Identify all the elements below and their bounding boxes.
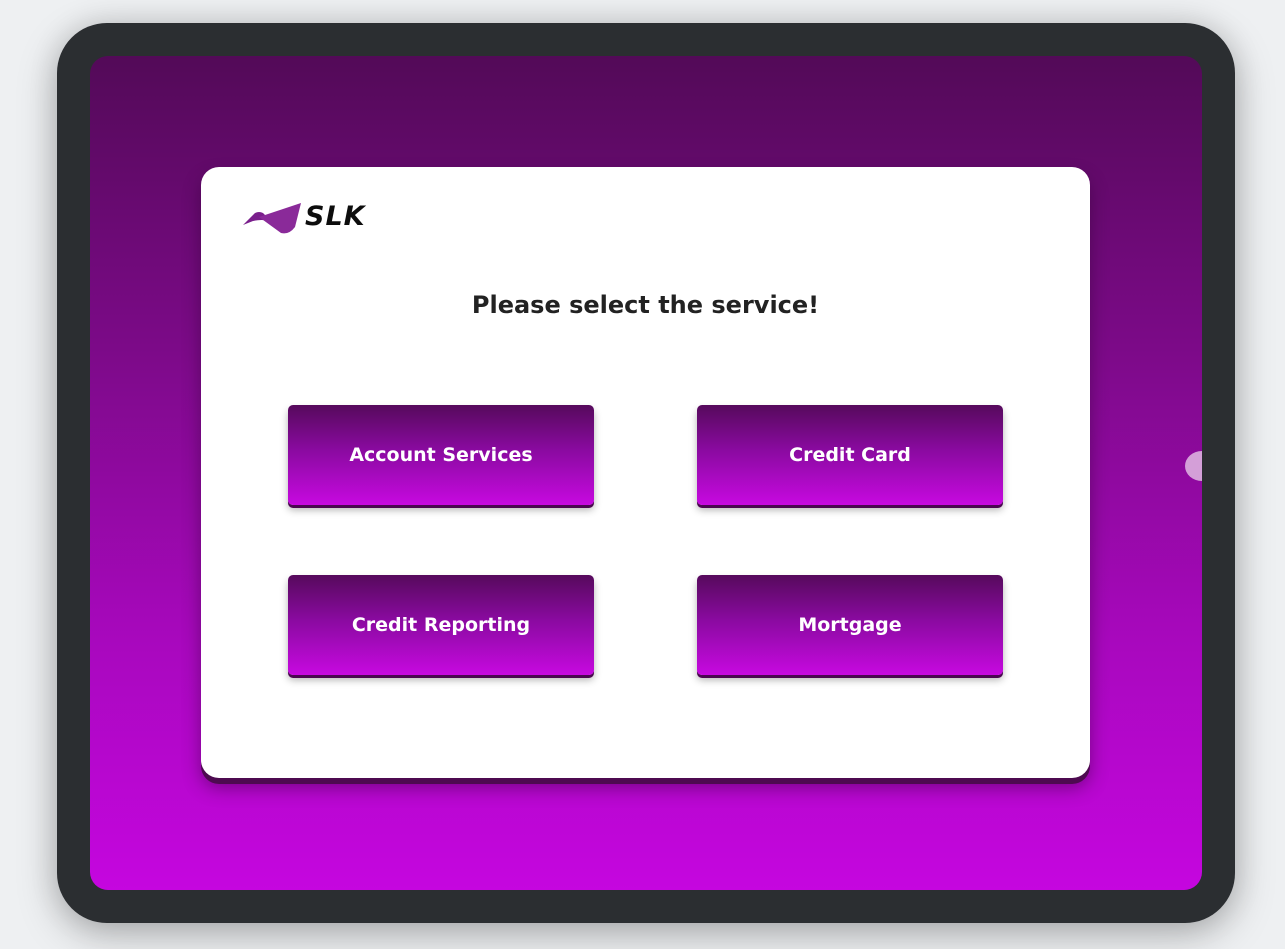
- slk-logo: SLK: [241, 199, 381, 235]
- mortgage-button[interactable]: Mortgage: [697, 575, 1003, 675]
- credit-reporting-button[interactable]: Credit Reporting: [288, 575, 594, 675]
- account-services-button[interactable]: Account Services: [288, 405, 594, 505]
- service-card: SLK Please select the service! Account S…: [201, 167, 1090, 778]
- app-screen: SLK Please select the service! Account S…: [90, 56, 1202, 890]
- side-handle[interactable]: [1185, 451, 1202, 481]
- logo-text: SLK: [305, 201, 366, 232]
- page-title: Please select the service!: [471, 291, 820, 319]
- slk-logo-mark-icon: [243, 203, 301, 234]
- credit-card-button[interactable]: Credit Card: [697, 405, 1003, 505]
- tablet-frame: SLK Please select the service! Account S…: [57, 23, 1235, 923]
